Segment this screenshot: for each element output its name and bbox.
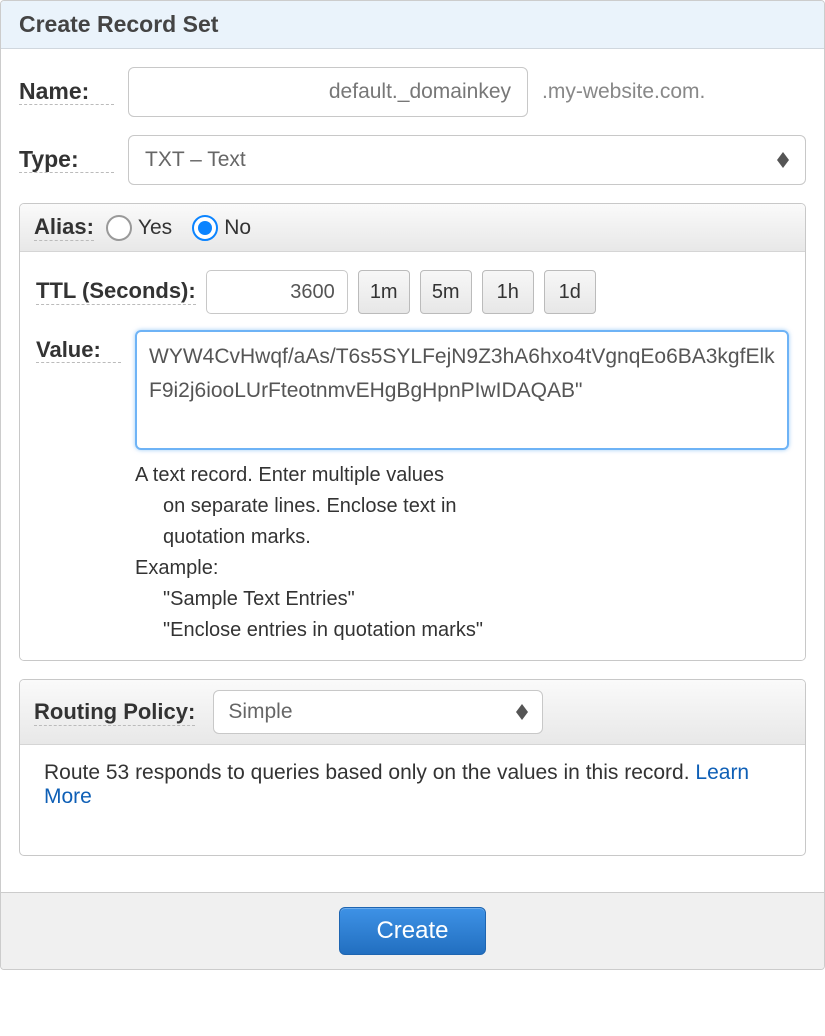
routing-select[interactable]: Simple [213,690,543,734]
alias-yes-radio[interactable] [106,215,132,241]
ttl-preset-5m[interactable]: 5m [420,270,472,314]
alias-no-group: No [192,215,251,241]
name-label: Name: [19,79,114,105]
value-help: A text record. Enter multiple values on … [135,460,789,646]
alias-yes-group: Yes [106,215,172,241]
value-label: Value: [36,338,121,363]
alias-no-text: No [224,216,251,240]
help-line2: on separate lines. Enclose text in [135,491,789,522]
help-line1: A text record. Enter multiple values [135,464,444,486]
ttl-preset-1d[interactable]: 1d [544,270,596,314]
value-row: Value: WYW4CvHwqf/aAs/T6s5SYLFejN9Z3hA6h… [36,330,789,646]
routing-label: Routing Policy: [34,699,195,726]
routing-header: Routing Policy: Simple [20,680,805,745]
routing-selected-text: Simple [228,700,292,724]
create-button[interactable]: Create [339,907,485,955]
ttl-label: TTL (Seconds): [36,279,196,304]
alias-yes-text: Yes [138,216,172,240]
select-arrows-icon [516,704,528,720]
value-textarea[interactable]: WYW4CvHwqf/aAs/T6s5SYLFejN9Z3hA6hxo4tVgn… [135,330,789,450]
value-column: WYW4CvHwqf/aAs/T6s5SYLFejN9Z3hA6hxo4tVgn… [135,330,789,646]
type-select[interactable]: TXT – Text [128,135,806,185]
panel-footer: Create [1,892,824,969]
ttl-row: TTL (Seconds): 1m 5m 1h 1d [36,270,789,314]
domain-suffix: .my-website.com. [542,80,705,104]
type-select-wrapper: TXT – Text [128,135,806,185]
routing-body: Route 53 responds to queries based only … [20,745,805,855]
help-ex1: "Sample Text Entries" [135,584,789,615]
alias-subpanel: Alias: Yes No TTL (Seconds): 1m 5m 1h [19,203,806,661]
alias-body: TTL (Seconds): 1m 5m 1h 1d Value: WYW4Cv… [20,252,805,660]
name-row: Name: .my-website.com. [19,67,806,117]
type-selected-text: TXT – Text [145,148,246,172]
type-label: Type: [19,147,114,173]
alias-label: Alias: [34,214,94,241]
create-record-set-panel: Create Record Set Name: .my-website.com.… [0,0,825,970]
ttl-input[interactable] [206,270,348,314]
select-arrows-icon [777,152,789,168]
ttl-preset-1m[interactable]: 1m [358,270,410,314]
help-line3: quotation marks. [135,522,789,553]
help-ex2: "Enclose entries in quotation marks" [135,615,789,646]
type-row: Type: TXT – Text [19,135,806,185]
help-example-label: Example: [135,557,218,579]
ttl-preset-1h[interactable]: 1h [482,270,534,314]
panel-body: Name: .my-website.com. Type: TXT – Text … [1,49,824,892]
alias-no-radio[interactable] [192,215,218,241]
panel-title: Create Record Set [1,1,824,49]
routing-subpanel: Routing Policy: Simple Route 53 responds… [19,679,806,856]
name-input[interactable] [128,67,528,117]
routing-description: Route 53 responds to queries based only … [44,761,695,784]
alias-header: Alias: Yes No [20,204,805,252]
